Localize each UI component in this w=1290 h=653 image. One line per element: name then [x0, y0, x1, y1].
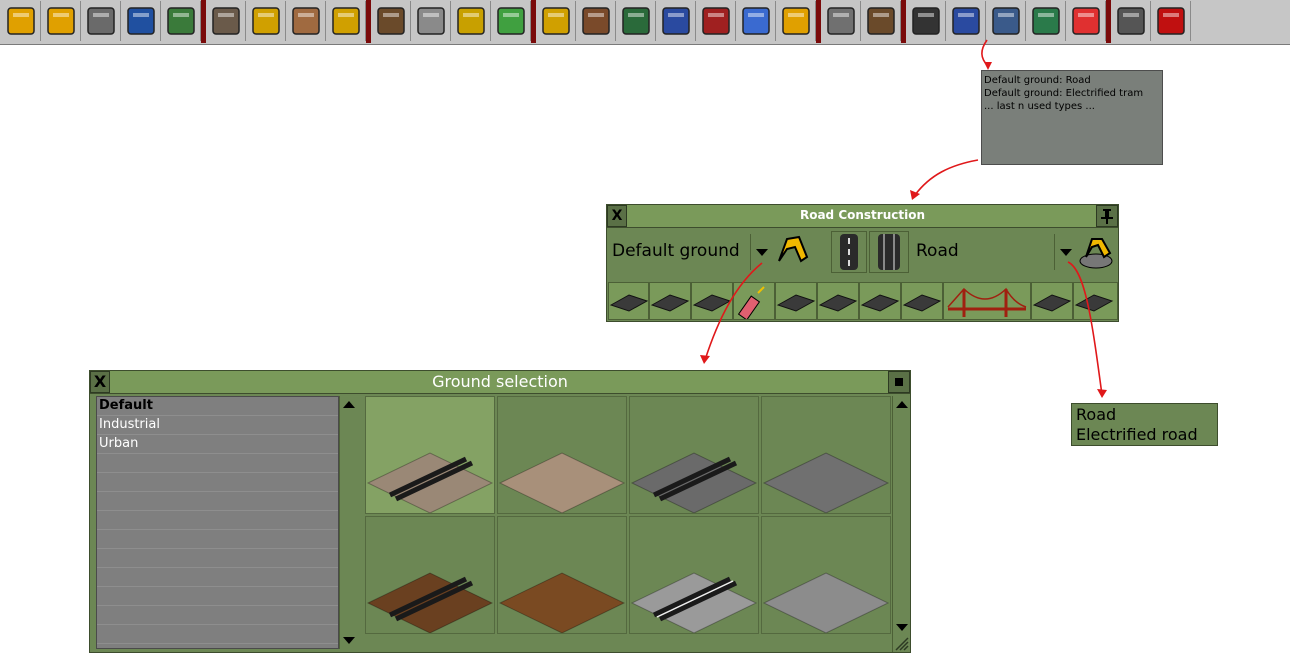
annotation-arrowhead	[984, 62, 992, 70]
annotation-arrowhead	[1097, 389, 1107, 398]
annotation-arrow	[914, 159, 979, 196]
annotation-arrows	[700, 39, 1107, 398]
annotation-arrow	[1067, 261, 1103, 396]
annotation-arrowhead	[700, 355, 710, 364]
annotation-arrow	[704, 262, 763, 361]
